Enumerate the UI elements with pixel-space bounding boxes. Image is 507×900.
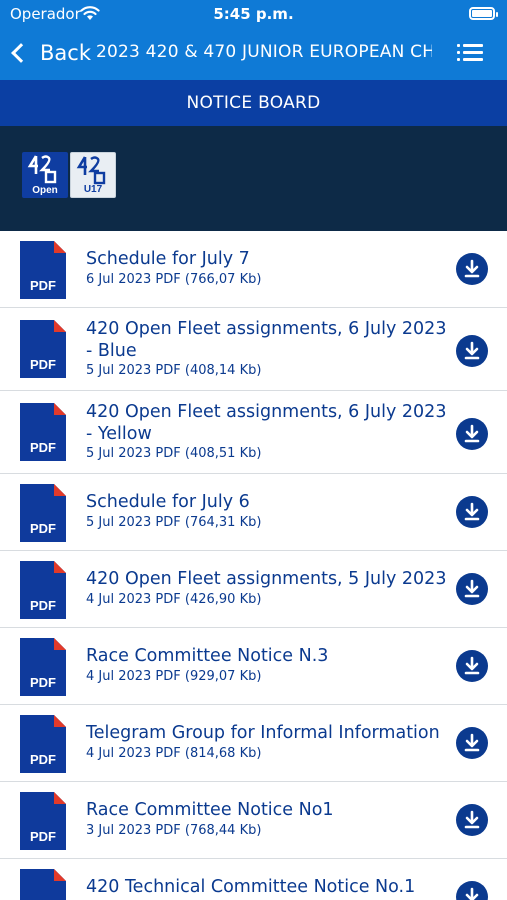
download-icon[interactable] bbox=[456, 650, 488, 682]
pdf-file-icon: PDF bbox=[20, 561, 66, 619]
chevron-left-icon bbox=[11, 43, 31, 63]
class-420-logo-icon bbox=[27, 155, 57, 184]
status-time: 5:45 p.m. bbox=[213, 5, 294, 23]
download-icon[interactable] bbox=[456, 335, 488, 367]
notice-meta: 3 Jul 2023 PDF (768,44 Kb) bbox=[86, 823, 262, 838]
pdf-label: PDF bbox=[30, 829, 56, 844]
notice-title: 420 Open Fleet assignments, 6 July 2023 … bbox=[86, 402, 447, 444]
pdf-label: PDF bbox=[30, 598, 56, 613]
pdf-label: PDF bbox=[30, 357, 56, 372]
notice-title: Schedule for July 7 bbox=[86, 249, 250, 269]
u17-logo-label: U17 bbox=[83, 184, 103, 195]
class-420-open-logo[interactable]: Open bbox=[22, 152, 68, 198]
pdf-label: PDF bbox=[30, 521, 56, 536]
class-logos-header: Open U17 bbox=[0, 126, 507, 231]
battery-icon bbox=[469, 7, 498, 20]
menu-icon[interactable] bbox=[457, 44, 483, 62]
notice-title: Telegram Group for Informal Information bbox=[86, 723, 440, 743]
download-icon[interactable] bbox=[456, 573, 488, 605]
download-icon[interactable] bbox=[456, 418, 488, 450]
list-item[interactable]: PDF Race Committee Notice No1 3 Jul 2023… bbox=[0, 782, 507, 859]
pdf-label: PDF bbox=[30, 278, 56, 293]
pdf-file-icon: PDF bbox=[20, 869, 66, 900]
pdf-file-icon: PDF bbox=[20, 638, 66, 696]
pdf-label: PDF bbox=[30, 675, 56, 690]
notice-title: 420 Technical Committee Notice No.1 bbox=[86, 877, 416, 897]
pdf-file-icon: PDF bbox=[20, 715, 66, 773]
download-icon[interactable] bbox=[456, 253, 488, 285]
pdf-label: PDF bbox=[30, 440, 56, 455]
pdf-file-icon: PDF bbox=[20, 484, 66, 542]
notice-title: Race Committee Notice N.3 bbox=[86, 646, 329, 666]
class-420-u17-logo[interactable]: U17 bbox=[70, 152, 116, 198]
notice-title: Race Committee Notice No1 bbox=[86, 800, 334, 820]
top-bar: Operador 5:45 p.m. Back 2023 420 & 470 J… bbox=[0, 0, 507, 80]
back-label: Back bbox=[40, 41, 91, 65]
class-420-logo-icon bbox=[76, 156, 106, 185]
pdf-label: PDF bbox=[30, 752, 56, 767]
notice-title: 420 Open Fleet assignments, 6 July 2023 … bbox=[86, 319, 447, 361]
pdf-file-icon: PDF bbox=[20, 792, 66, 850]
event-title: 2023 420 & 470 JUNIOR EUROPEAN CHAI bbox=[96, 42, 432, 62]
list-item[interactable]: PDF 420 Open Fleet assignments, 6 July 2… bbox=[0, 391, 507, 474]
notice-title: Schedule for July 6 bbox=[86, 492, 250, 512]
pdf-file-icon: PDF bbox=[20, 403, 66, 461]
notice-meta: 5 Jul 2023 PDF (408,51 Kb) bbox=[86, 446, 262, 461]
notice-meta: 6 Jul 2023 PDF (766,07 Kb) bbox=[86, 272, 262, 287]
navigation-bar: Back 2023 420 & 470 JUNIOR EUROPEAN CHAI bbox=[0, 30, 507, 76]
list-item[interactable]: PDF Schedule for July 7 6 Jul 2023 PDF (… bbox=[0, 231, 507, 308]
list-item[interactable]: PDF Schedule for July 6 5 Jul 2023 PDF (… bbox=[0, 474, 507, 551]
list-item[interactable]: PDF 420 Open Fleet assignments, 5 July 2… bbox=[0, 551, 507, 628]
notice-board-banner: NOTICE BOARD bbox=[0, 80, 507, 126]
notice-meta: 5 Jul 2023 PDF (764,31 Kb) bbox=[86, 515, 262, 530]
open-logo-label: Open bbox=[32, 185, 58, 196]
notice-meta: 4 Jul 2023 PDF (814,68 Kb) bbox=[86, 746, 262, 761]
pdf-file-icon: PDF bbox=[20, 320, 66, 378]
list-item[interactable]: PDF Telegram Group for Informal Informat… bbox=[0, 705, 507, 782]
notice-title: 420 Open Fleet assignments, 5 July 2023 bbox=[86, 569, 447, 589]
back-button[interactable]: Back bbox=[8, 38, 91, 68]
list-item[interactable]: PDF Race Committee Notice N.3 4 Jul 2023… bbox=[0, 628, 507, 705]
list-item[interactable]: PDF 420 Technical Committee Notice No.1 bbox=[0, 859, 507, 900]
download-icon[interactable] bbox=[456, 496, 488, 528]
notice-meta: 4 Jul 2023 PDF (426,90 Kb) bbox=[86, 592, 262, 607]
download-icon[interactable] bbox=[456, 881, 488, 900]
status-bar: Operador 5:45 p.m. bbox=[0, 0, 507, 28]
pdf-file-icon: PDF bbox=[20, 241, 66, 299]
download-icon[interactable] bbox=[456, 727, 488, 759]
notice-meta: 4 Jul 2023 PDF (929,07 Kb) bbox=[86, 669, 262, 684]
notice-meta: 5 Jul 2023 PDF (408,14 Kb) bbox=[86, 363, 262, 378]
download-icon[interactable] bbox=[456, 804, 488, 836]
list-item[interactable]: PDF 420 Open Fleet assignments, 6 July 2… bbox=[0, 308, 507, 391]
